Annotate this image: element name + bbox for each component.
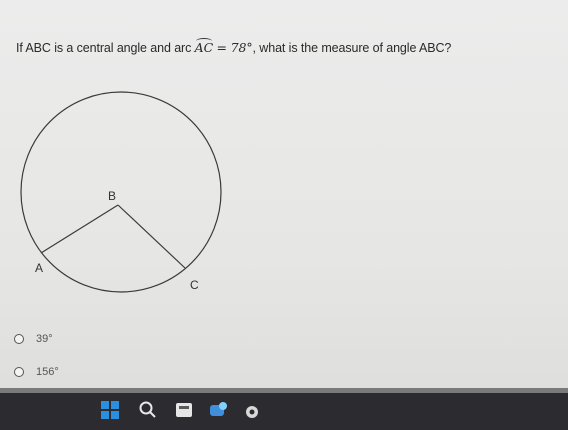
choice-1[interactable]: 39° bbox=[14, 333, 53, 345]
chat-icon[interactable] bbox=[208, 400, 228, 425]
widgets-icon[interactable] bbox=[174, 400, 194, 425]
radius-ba bbox=[40, 204, 119, 254]
taskbar bbox=[0, 393, 568, 430]
browser-icon[interactable] bbox=[242, 400, 262, 425]
choice-2[interactable]: 156° bbox=[14, 366, 59, 378]
search-icon[interactable] bbox=[138, 400, 158, 425]
choice-label: 156° bbox=[36, 366, 59, 378]
label-c: C bbox=[190, 278, 199, 292]
circle-diagram: B A C bbox=[20, 91, 222, 293]
radio-button[interactable] bbox=[14, 367, 24, 377]
circle bbox=[20, 91, 222, 293]
windows-start-icon[interactable] bbox=[100, 400, 120, 425]
radio-button[interactable] bbox=[14, 334, 24, 344]
label-b: B bbox=[108, 189, 116, 203]
choice-label: 39° bbox=[36, 333, 53, 345]
label-a: A bbox=[35, 261, 43, 275]
radius-bc bbox=[117, 204, 186, 269]
